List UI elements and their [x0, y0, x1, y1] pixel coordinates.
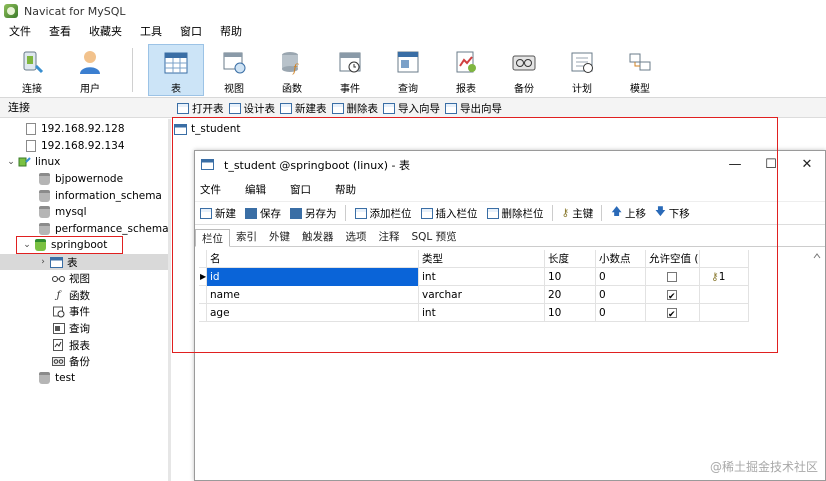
connect-icon — [17, 47, 47, 77]
chevron-right-icon[interactable]: › — [38, 257, 48, 267]
object-actions: 打开表 设计表 新建表 删除表 导入向导 导出向导 — [177, 98, 507, 118]
main-toolbar: 连接 用户 表 视图 f 函数 事件 查询 报表 备份 计划 模型 — [0, 42, 826, 98]
title-bar: Navicat for MySQL — [0, 0, 826, 22]
tree-item-bjpowernode[interactable]: bjpowernode — [0, 171, 168, 188]
import-wizard-button[interactable]: 导入向导 — [383, 101, 440, 116]
delete-table-button[interactable]: 删除表 — [331, 101, 378, 116]
connection-doc-icon — [24, 139, 37, 152]
database-icon — [38, 222, 51, 235]
model-button[interactable]: 模型 — [612, 44, 668, 96]
connection-pane-label: 连接 — [8, 101, 30, 114]
query-grid-icon — [52, 322, 65, 334]
watermark: @稀土掘金技术社区 — [709, 460, 818, 474]
new-table-button[interactable]: 新建表 — [280, 101, 327, 116]
annotation-box-springboot — [16, 236, 123, 254]
object-subbar: 连接 打开表 设计表 新建表 删除表 导入向导 导出向导 — [0, 98, 826, 118]
tree-item-events[interactable]: 事件 — [0, 304, 168, 321]
backup-button[interactable]: 备份 — [496, 44, 552, 96]
table-button[interactable]: 表 — [148, 44, 204, 96]
tree-item-performance-schema[interactable]: performance_schema — [0, 221, 169, 238]
connection-doc-icon — [24, 123, 37, 136]
backup-tape-icon — [52, 356, 65, 368]
model-icon — [625, 47, 655, 77]
chevron-down-icon[interactable]: ⌄ — [6, 157, 16, 167]
tree-item-functions[interactable]: ƒ 函数 — [0, 287, 168, 304]
open-table-button[interactable]: 打开表 — [177, 101, 224, 116]
annotation-box-designer — [172, 117, 778, 353]
toolbar-separator — [132, 48, 133, 92]
design-table-icon — [228, 102, 241, 114]
tree-item-test[interactable]: test — [0, 370, 168, 387]
tree-item-connection-134[interactable]: 192.168.92.134 — [0, 138, 168, 155]
window-title: Navicat for MySQL — [24, 4, 126, 18]
tree-item-linux[interactable]: ⌄ linux — [0, 154, 168, 171]
connect-button[interactable]: 连接 — [4, 44, 60, 96]
database-icon — [38, 189, 51, 202]
schedule-icon — [567, 47, 597, 77]
server-connection-icon — [18, 156, 31, 168]
table-group-icon — [50, 256, 63, 268]
database-icon — [38, 372, 51, 385]
new-table-icon — [280, 102, 292, 114]
view-icon — [219, 47, 249, 77]
function-fx-icon: ƒ — [56, 289, 61, 301]
report-doc-icon — [52, 339, 65, 352]
query-button[interactable]: 查询 — [380, 44, 436, 96]
user-icon — [75, 47, 105, 77]
menu-tools[interactable]: 工具 — [131, 22, 171, 42]
delete-table-icon — [331, 102, 344, 114]
export-wizard-button[interactable]: 导出向导 — [445, 101, 502, 116]
close-button[interactable]: ✕ — [789, 151, 825, 178]
tree-item-information-schema[interactable]: information_schema — [0, 187, 168, 204]
database-icon — [38, 206, 51, 219]
menu-help[interactable]: 帮助 — [211, 22, 251, 42]
export-wizard-icon — [445, 102, 457, 114]
connection-tree-panel: 192.168.92.128 192.168.92.134 ⌄ linux bj… — [0, 119, 171, 481]
user-button[interactable]: 用户 — [62, 44, 118, 96]
tree-item-queries[interactable]: 查询 — [0, 320, 168, 337]
navicat-app-icon — [4, 4, 18, 18]
tree-item-reports[interactable]: 报表 — [0, 337, 168, 354]
grid-vertical-scrollbar[interactable] — [811, 250, 823, 470]
design-table-button[interactable]: 设计表 — [228, 101, 275, 116]
event-button[interactable]: 事件 — [322, 44, 378, 96]
tree-item-backups[interactable]: 备份 — [0, 353, 168, 370]
menu-window[interactable]: 窗口 — [171, 22, 211, 42]
schedule-button[interactable]: 计划 — [554, 44, 610, 96]
function-icon: f — [277, 47, 307, 77]
tree-item-tables[interactable]: › 表 — [0, 253, 168, 271]
glasses-icon — [52, 273, 65, 285]
tree-item-mysql[interactable]: mysql — [0, 204, 168, 221]
open-table-icon — [177, 102, 189, 114]
menu-favorites[interactable]: 收藏夹 — [80, 22, 131, 42]
tree-item-views[interactable]: 视图 — [0, 270, 168, 287]
view-button[interactable]: 视图 — [206, 44, 262, 96]
import-wizard-icon — [383, 102, 395, 114]
tree-item-connection-128[interactable]: 192.168.92.128 — [0, 121, 168, 138]
backup-icon — [509, 47, 539, 77]
function-button[interactable]: f 函数 — [264, 44, 320, 96]
menu-view[interactable]: 查看 — [40, 22, 80, 42]
event-clock-icon — [52, 306, 65, 318]
report-button[interactable]: 报表 — [438, 44, 494, 96]
report-icon — [451, 47, 481, 77]
scroll-up-icon[interactable] — [811, 250, 823, 262]
table-icon — [161, 48, 191, 77]
event-icon — [335, 47, 365, 77]
menu-bar: 文件 查看 收藏夹 工具 窗口 帮助 — [0, 22, 826, 42]
query-icon — [393, 47, 423, 77]
menu-file[interactable]: 文件 — [0, 22, 40, 42]
database-icon — [38, 173, 51, 186]
